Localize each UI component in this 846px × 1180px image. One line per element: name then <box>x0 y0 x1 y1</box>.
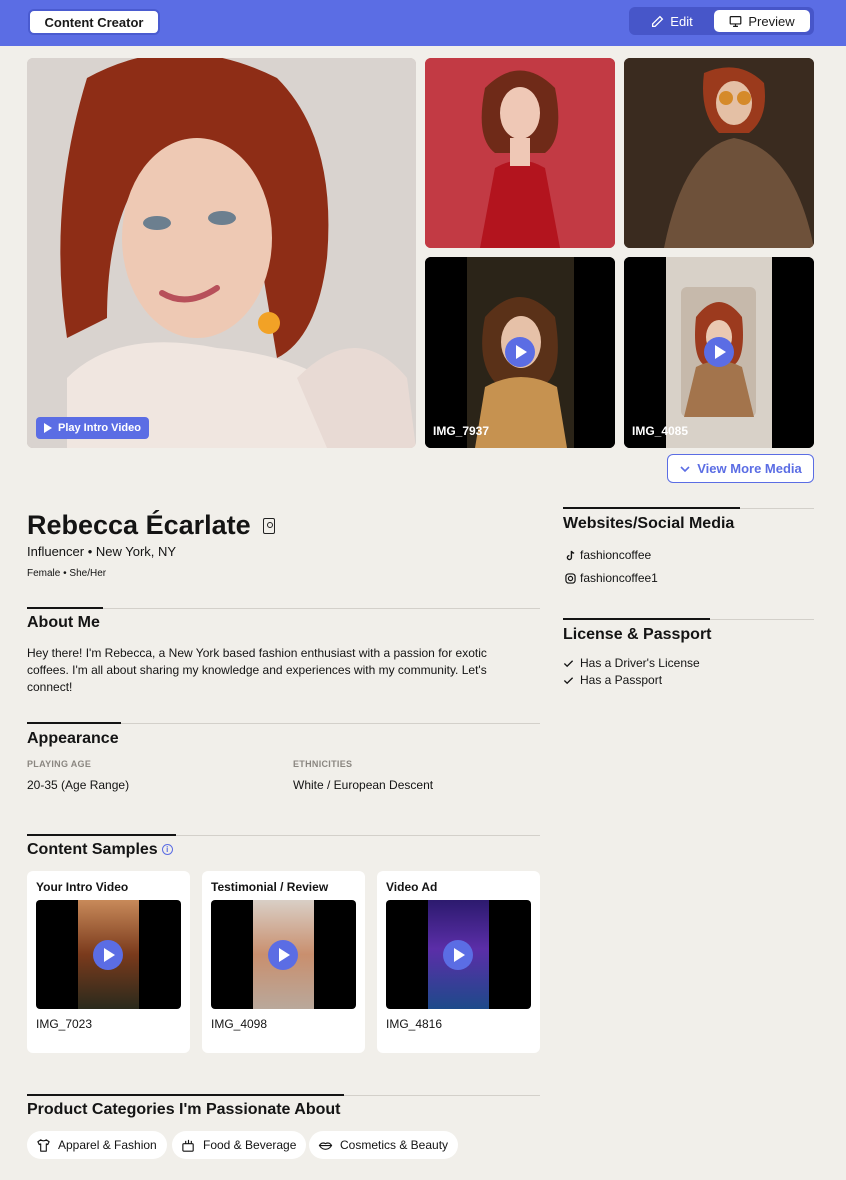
play-icon[interactable] <box>704 337 734 367</box>
about-text: Hey there! I'm Rebecca, a New York based… <box>27 646 487 694</box>
appearance-title: Appearance <box>27 730 119 747</box>
gallery-video-2[interactable]: IMG_4085 <box>624 257 814 448</box>
playing-age-label: PLAYING AGE <box>27 759 92 769</box>
about-title: About Me <box>27 614 100 631</box>
role-badge[interactable]: Content Creator <box>28 9 160 35</box>
sample-title: Your Intro Video <box>36 880 129 894</box>
playing-age-value: 20-35 (Age Range) <box>27 778 130 792</box>
category-chip[interactable]: Cosmetics & Beauty <box>309 1131 459 1159</box>
food-icon <box>182 1139 194 1152</box>
mode-toggle: Edit Preview <box>629 7 814 35</box>
checkmark-icon <box>563 676 574 684</box>
category-label: Apparel & Fashion <box>58 1138 157 1152</box>
social-title: Websites/Social Media <box>563 515 735 532</box>
sample-video-thumbnail[interactable] <box>36 900 181 1009</box>
pencil-icon <box>652 15 664 27</box>
portrait-illustration <box>27 58 416 448</box>
sample-video-thumbnail[interactable] <box>386 900 531 1009</box>
lips-icon <box>318 1141 333 1150</box>
photo-fur-coat <box>624 58 814 248</box>
profile-subline: Influencer • New York, NY <box>27 544 177 559</box>
monitor-icon <box>729 15 742 27</box>
content-samples-title-text: Content Samples <box>27 841 158 858</box>
sample-file-name: IMG_7023 <box>36 1017 93 1031</box>
sample-video-thumbnail[interactable] <box>211 900 356 1009</box>
play-icon <box>44 423 52 433</box>
license-title: License & Passport <box>563 626 712 643</box>
view-more-label: View More Media <box>697 461 802 476</box>
license-label: Has a Passport <box>580 673 663 687</box>
play-icon[interactable] <box>268 940 298 970</box>
categories-title: Product Categories I'm Passionate About <box>27 1101 341 1118</box>
category-chip[interactable]: Apparel & Fashion <box>27 1131 167 1159</box>
photo-red-dress <box>425 58 615 248</box>
license-item: Has a Passport <box>563 673 662 687</box>
section-divider <box>563 618 814 620</box>
section-divider <box>27 607 540 609</box>
license-item: Has a Driver's License <box>563 656 700 670</box>
social-link-instagram[interactable]: fashioncoffee1 <box>565 571 658 585</box>
sample-file-name: IMG_4098 <box>211 1017 268 1031</box>
section-divider <box>27 1094 540 1096</box>
gallery-video-1[interactable]: IMG_7937 <box>425 257 615 448</box>
play-intro-video-button[interactable]: Play Intro Video <box>36 417 149 439</box>
chevron-down-icon <box>680 465 690 472</box>
preview-label: Preview <box>748 13 795 29</box>
top-bar: Content Creator Edit Preview <box>0 0 846 46</box>
gallery-photo-2[interactable] <box>624 58 814 248</box>
social-link-tiktok[interactable]: fashioncoffee <box>565 548 651 562</box>
category-label: Food & Beverage <box>203 1138 297 1152</box>
content-samples-title: Content Samples i <box>27 841 173 859</box>
edit-label: Edit <box>670 13 693 29</box>
info-icon[interactable]: i <box>161 844 173 856</box>
category-chip[interactable]: Food & Beverage <box>172 1131 307 1159</box>
sample-card[interactable]: Your Intro Video IMG_7023 <box>27 871 190 1053</box>
checkmark-icon <box>563 659 574 667</box>
sample-title: Testimonial / Review <box>211 880 329 894</box>
play-icon[interactable] <box>93 940 123 970</box>
category-label: Cosmetics & Beauty <box>340 1138 449 1152</box>
section-divider <box>563 507 814 509</box>
profile-name-row: Rebecca Écarlate <box>27 510 275 541</box>
shirt-icon <box>37 1138 50 1152</box>
sample-file-name: IMG_4816 <box>386 1017 443 1031</box>
tiktok-icon <box>566 550 575 560</box>
contact-card-icon[interactable] <box>262 517 275 534</box>
social-handle: fashioncoffee1 <box>580 571 658 585</box>
ethnicities-label: ETHNICITIES <box>293 759 353 769</box>
video-caption: IMG_4085 <box>632 424 689 438</box>
sample-card[interactable]: Video Ad IMG_4816 <box>377 871 540 1053</box>
license-label: Has a Driver's License <box>580 656 700 670</box>
ethnicities-value: White / European Descent <box>293 778 434 792</box>
play-icon[interactable] <box>443 940 473 970</box>
sample-card[interactable]: Testimonial / Review IMG_4098 <box>202 871 365 1053</box>
section-divider <box>27 722 540 724</box>
hero-photo[interactable]: Play Intro Video <box>27 58 416 448</box>
sample-title: Video Ad <box>386 880 438 894</box>
section-divider <box>27 834 540 836</box>
play-icon[interactable] <box>505 337 535 367</box>
instagram-icon <box>565 572 576 584</box>
social-handle: fashioncoffee <box>580 548 652 562</box>
profile-demographics: Female • She/Her <box>27 568 107 579</box>
play-intro-label: Play Intro Video <box>58 422 141 434</box>
gallery-photo-1[interactable] <box>425 58 615 248</box>
video-caption: IMG_7937 <box>433 424 490 438</box>
edit-button[interactable]: Edit <box>633 10 711 32</box>
profile-name: Rebecca Écarlate <box>27 510 251 540</box>
view-more-media-button[interactable]: View More Media <box>667 454 814 483</box>
preview-button[interactable]: Preview <box>714 10 810 32</box>
